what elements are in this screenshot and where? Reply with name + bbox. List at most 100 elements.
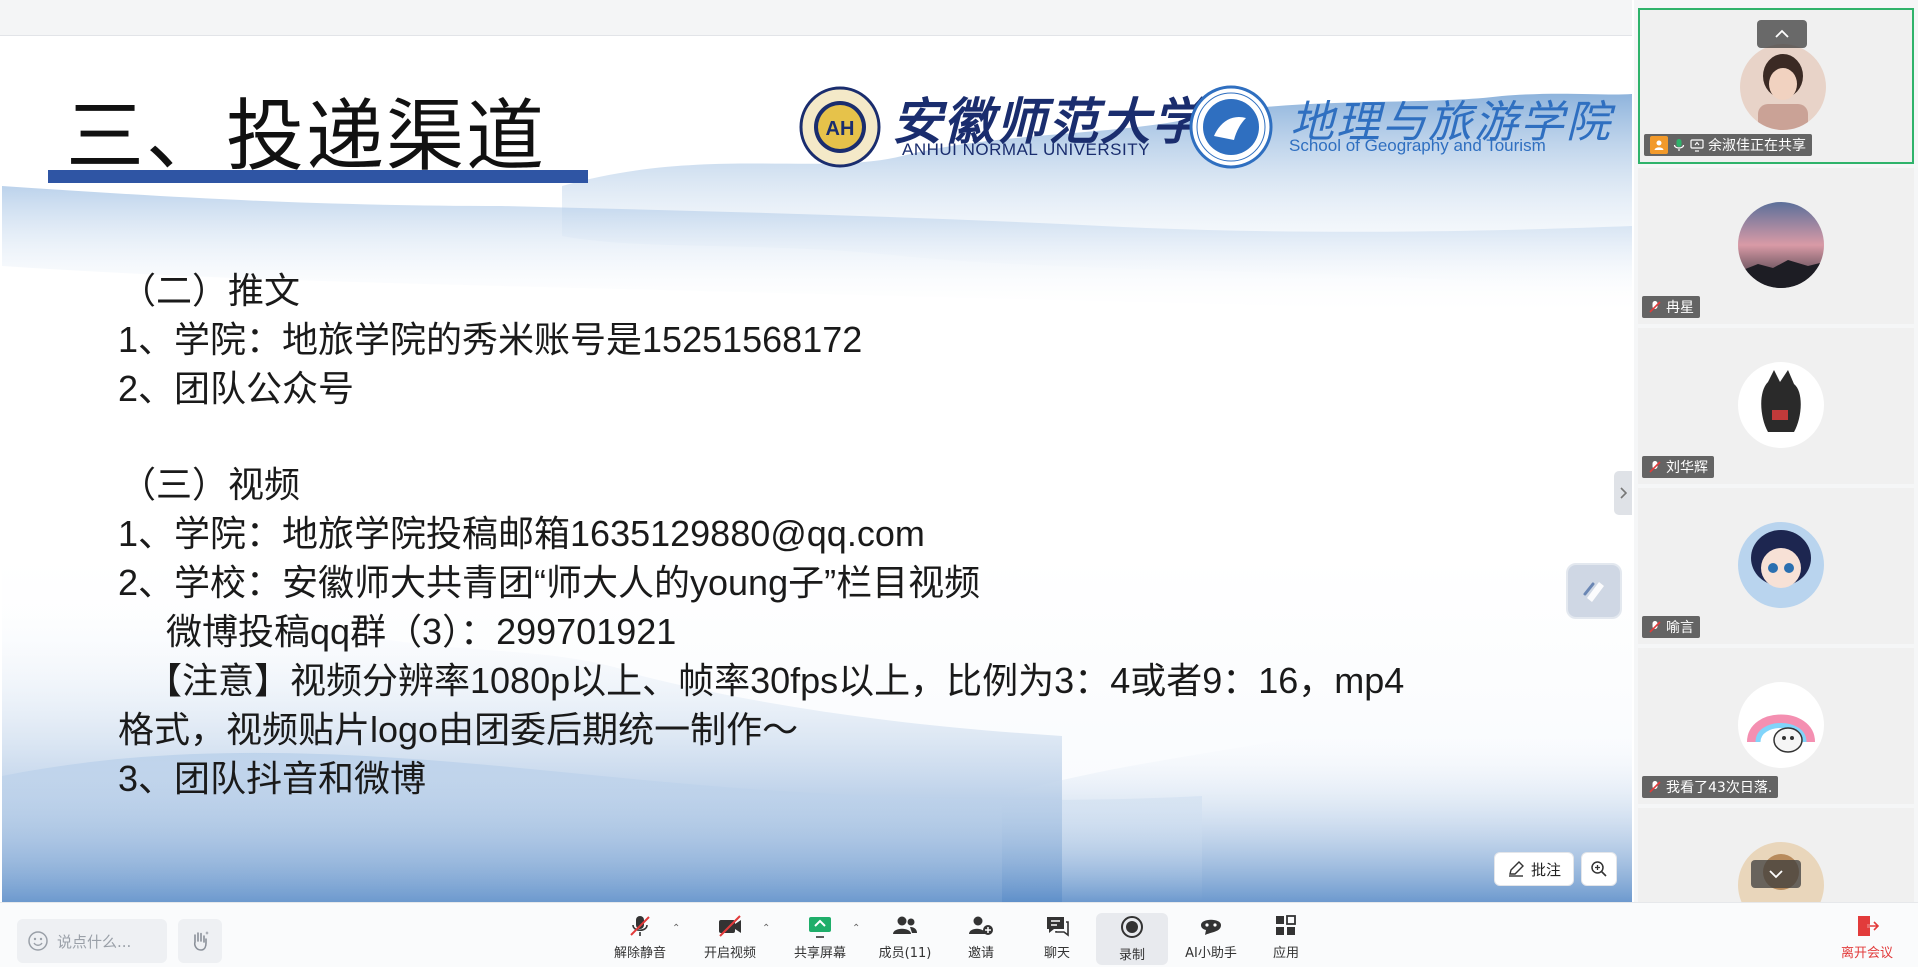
share-screen-label: 共享屏幕 <box>793 946 846 961</box>
chat-button[interactable]: 聊天 <box>1032 913 1082 965</box>
unmute-button[interactable]: 解除静音 <box>612 913 668 965</box>
record-icon <box>1121 916 1143 938</box>
invite-label: 邀请 <box>967 946 994 961</box>
participant-tile[interactable]: 冉星 <box>1638 168 1914 324</box>
participant-name-tag: 余淑佳正在共享 <box>1644 134 1812 156</box>
participants-panel: 余淑佳正在共享 冉星 刘华辉 喻言 我看了43次日落. <box>1634 0 1918 902</box>
members-label: 成员(11) <box>878 946 932 961</box>
slide-line: 格式，视频贴片logo由团委后期统一制作～ <box>118 709 799 750</box>
avatar <box>1738 522 1824 608</box>
mic-muted-icon <box>1649 621 1661 633</box>
start-video-label: 开启视频 <box>703 946 756 961</box>
camera-off-icon <box>719 915 741 937</box>
mic-muted-icon <box>630 916 650 936</box>
share-screen-button[interactable]: 共享屏幕 <box>792 913 848 965</box>
members-icon <box>893 916 917 934</box>
participant-name: 余淑佳正在共享 <box>1708 138 1806 154</box>
video-options-caret[interactable]: ⌃ <box>762 923 770 934</box>
mic-muted-icon <box>1649 461 1661 473</box>
slide-line: 3、团队抖音和微博 <box>118 758 427 799</box>
meeting-toolbar: 说点什么... 解除静音 ⌃ 开启视频 ⌃ 共享屏幕 ⌃ 成员(11) 邀请 聊… <box>0 902 1918 967</box>
participant-name-tag: 喻言 <box>1642 616 1700 638</box>
host-icon <box>1650 136 1668 154</box>
scroll-up-button[interactable] <box>1757 20 1807 48</box>
shared-screen-area: 三、投递渠道 AH 安徽师范大学 ANHUI NORMAL UNIVERSITY… <box>0 0 1632 902</box>
slide-line: 微博投稿qq群（3）：299701921 <box>166 611 677 652</box>
collapse-panel-handle[interactable] <box>1614 471 1632 515</box>
start-video-button[interactable]: 开启视频 <box>702 913 758 965</box>
participant-name: 冉星 <box>1666 300 1694 316</box>
anhui-normal-university-seal-icon: AH <box>799 86 881 168</box>
zoom-in-icon <box>1591 861 1607 877</box>
pen-tool-button[interactable] <box>1566 563 1622 619</box>
chat-placeholder: 说点什么... <box>57 932 132 951</box>
ai-assistant-label: AI小助手 <box>1185 946 1237 961</box>
svg-text:AH: AH <box>826 118 855 140</box>
leave-door-icon <box>1858 916 1880 936</box>
zoom-in-button[interactable] <box>1581 852 1617 886</box>
slide-line: 2、学校：安徽师大共青团“师大人的young子”栏目视频 <box>118 562 981 603</box>
slide-line: 2、团队公众号 <box>118 368 355 409</box>
school-seal-icon <box>1189 85 1273 169</box>
school-name-en: School of Geography and Tourism <box>1289 136 1546 155</box>
ai-assistant-button[interactable]: AI小助手 <box>1178 913 1244 965</box>
audio-options-caret[interactable]: ⌃ <box>672 923 680 934</box>
add-person-icon <box>969 916 993 935</box>
annotate-button[interactable]: 批注 <box>1494 852 1574 886</box>
chevron-up-icon <box>1775 29 1789 38</box>
chevron-down-icon <box>1769 870 1783 879</box>
slide-line: 【注意】视频分辨率1080p以上、帧率30fps以上，比例为3：4或者9：16，… <box>146 660 1405 701</box>
raise-hand-icon <box>193 931 209 951</box>
share-options-caret[interactable]: ⌃ <box>852 923 860 934</box>
quick-chat-input[interactable]: 说点什么... <box>17 919 167 963</box>
invite-button[interactable]: 邀请 <box>956 913 1006 965</box>
record-label: 录制 <box>1118 948 1145 963</box>
participant-name: 喻言 <box>1666 620 1694 636</box>
share-screen-icon <box>809 917 831 938</box>
university-name-en: ANHUI NORMAL UNIVERSITY <box>902 140 1150 159</box>
emoji-icon <box>28 931 48 951</box>
participant-tile[interactable]: 余淑佳正在共享 <box>1638 8 1914 164</box>
apps-grid-icon <box>1276 915 1296 935</box>
unmute-label: 解除静音 <box>613 946 666 961</box>
title-underline <box>48 170 588 183</box>
members-button[interactable]: 成员(11) <box>874 913 936 965</box>
chat-label: 聊天 <box>1043 946 1070 961</box>
participant-name: 刘华辉 <box>1666 460 1708 476</box>
apps-label: 应用 <box>1272 946 1299 961</box>
apps-button[interactable]: 应用 <box>1262 913 1310 965</box>
annotate-label: 批注 <box>1530 860 1561 879</box>
mic-muted-icon <box>1649 301 1661 313</box>
mic-on-icon <box>1673 139 1685 151</box>
participant-name: 我看了43次日落. <box>1666 780 1773 796</box>
avatar <box>1738 682 1824 768</box>
share-top-bar <box>0 0 1632 36</box>
leave-meeting-button[interactable]: 离开会议 <box>1832 913 1902 965</box>
meeting-window: 三、投递渠道 AH 安徽师范大学 ANHUI NORMAL UNIVERSITY… <box>0 0 1918 967</box>
scroll-down-button[interactable] <box>1751 860 1801 888</box>
presentation-slide: 三、投递渠道 AH 安徽师范大学 ANHUI NORMAL UNIVERSITY… <box>2 36 1632 902</box>
avatar <box>1740 44 1826 130</box>
leave-meeting-label: 离开会议 <box>1840 946 1893 961</box>
participant-name-tag: 刘华辉 <box>1642 456 1714 478</box>
raise-hand-button[interactable] <box>178 919 222 963</box>
participant-tile[interactable]: 刘华辉 <box>1638 328 1914 484</box>
mic-muted-icon <box>1649 781 1661 793</box>
slide-line: （二）推文 <box>120 270 301 311</box>
participant-tile[interactable]: 我看了43次日落. <box>1638 648 1914 804</box>
ai-assistant-icon <box>1201 919 1221 935</box>
slide-line: （三）视频 <box>120 464 301 505</box>
participant-name-tag: 冉星 <box>1642 296 1700 318</box>
participant-name-tag: 我看了43次日落. <box>1642 776 1779 798</box>
record-button[interactable]: 录制 <box>1096 913 1168 965</box>
pen-icon <box>1583 582 1604 602</box>
participant-tile[interactable]: 喻言 <box>1638 488 1914 644</box>
annotate-pen-icon <box>1508 861 1524 877</box>
screen-share-icon <box>1690 139 1704 152</box>
chevron-right-icon <box>1620 487 1627 499</box>
slide-line: 1、学院：地旅学院的秀米账号是15251568172 <box>118 319 863 360</box>
avatar <box>1738 202 1824 288</box>
slide-line: 1、学院：地旅学院投稿邮箱1635129880@qq.com <box>118 513 925 554</box>
chat-icon <box>1047 917 1069 937</box>
avatar <box>1738 362 1824 448</box>
